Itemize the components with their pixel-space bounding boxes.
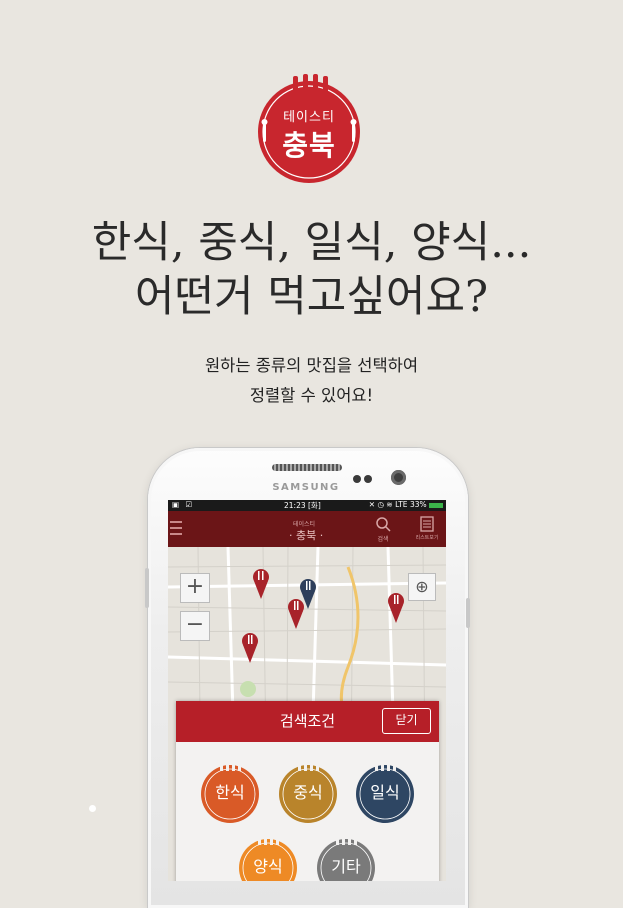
- zoom-out-button[interactable]: −: [180, 611, 210, 641]
- subtext-line-2: 정렬할 수 있어요!: [249, 386, 374, 405]
- sensor-dot: [364, 475, 372, 483]
- mute-icon: ✕: [368, 500, 376, 509]
- dialog-header: 검색조건 닫기: [176, 701, 439, 742]
- sensor-dot: [353, 475, 361, 483]
- gps-icon: ⊕: [415, 577, 429, 596]
- power-button: [466, 598, 470, 628]
- wifi-icon: ≋: [386, 500, 393, 509]
- headline-line-2: 어떤거 먹고싶어요?: [134, 272, 489, 322]
- map-pin-icon[interactable]: [286, 597, 308, 633]
- headline: 한식, 중식, 일식, 양식... 어떤거 먹고싶어요?: [0, 216, 623, 324]
- search-icon: [376, 517, 391, 532]
- app-logo-title: · 충북 ·: [289, 529, 324, 542]
- status-indicators: ✕ ◷ ≋ LTE 33%: [369, 500, 443, 509]
- headline-line-1: 한식, 중식, 일식, 양식...: [91, 218, 532, 268]
- search-button[interactable]: 검색: [372, 516, 394, 543]
- status-bar: ▣ ☑ 21:23 [화] ✕ ◷ ≋ LTE 33%: [168, 500, 446, 511]
- close-button[interactable]: 닫기: [382, 708, 431, 734]
- category-label: 기타: [331, 857, 361, 876]
- subtext: 원하는 종류의 맛집을 선택하여 정렬할 수 있어요!: [0, 351, 623, 411]
- logo-title: 충북: [282, 129, 336, 162]
- map-pin-icon[interactable]: [252, 567, 276, 607]
- search-label: 검색: [377, 536, 389, 543]
- category-label: 한식: [215, 783, 245, 802]
- battery-level: 33%: [409, 500, 427, 509]
- search-filter-dialog: 검색조건 닫기 한식 중식 일식양식 기타: [176, 701, 439, 881]
- list-icon: [420, 516, 434, 532]
- alarm-icon: ◷: [377, 500, 384, 509]
- battery-icon: [429, 502, 443, 508]
- front-camera: [391, 470, 406, 485]
- map-pin-icon[interactable]: [386, 591, 408, 627]
- network-type: LTE: [395, 500, 408, 509]
- category-etc-button[interactable]: 기타: [315, 836, 377, 881]
- menu-icon[interactable]: [170, 521, 182, 535]
- phone-screen: ▣ ☑ 21:23 [화] ✕ ◷ ≋ LTE 33% 테이스티 · 충북 · …: [168, 500, 446, 881]
- category-label: 중식: [293, 783, 323, 802]
- my-location-button[interactable]: ⊕: [408, 573, 436, 601]
- category-label: 양식: [253, 857, 283, 876]
- logo-subtitle: 테이스티: [283, 110, 335, 125]
- app-header: 테이스티 · 충북 · 검색 리스트보기: [168, 511, 446, 547]
- page-indicator-dot: [89, 805, 96, 812]
- map-view[interactable]: + − ⊕ 검색조건 닫기 한식 중식 일식양식 기타: [168, 546, 446, 881]
- category-korean-button[interactable]: 한식: [199, 762, 261, 824]
- list-label: 리스트보기: [415, 535, 439, 541]
- notification-icons: ▣ ☑: [172, 500, 195, 509]
- volume-button: [145, 568, 149, 608]
- zoom-in-button[interactable]: +: [180, 573, 210, 603]
- category-chinese-button[interactable]: 중식: [277, 762, 339, 824]
- status-time: 21:23 [화]: [284, 501, 321, 510]
- subtext-line-1: 원하는 종류의 맛집을 선택하여: [204, 356, 419, 375]
- phone-brand: SAMSUNG: [272, 482, 340, 493]
- tasty-chungbuk-logo: 테이스티 충북: [253, 74, 365, 184]
- category-western-button[interactable]: 양식: [237, 836, 299, 881]
- earpiece-speaker: [272, 464, 342, 471]
- category-japanese-button[interactable]: 일식: [354, 762, 416, 824]
- list-view-button[interactable]: 리스트보기: [414, 516, 440, 541]
- map-pin-icon[interactable]: [240, 631, 262, 667]
- category-label: 일식: [370, 783, 400, 802]
